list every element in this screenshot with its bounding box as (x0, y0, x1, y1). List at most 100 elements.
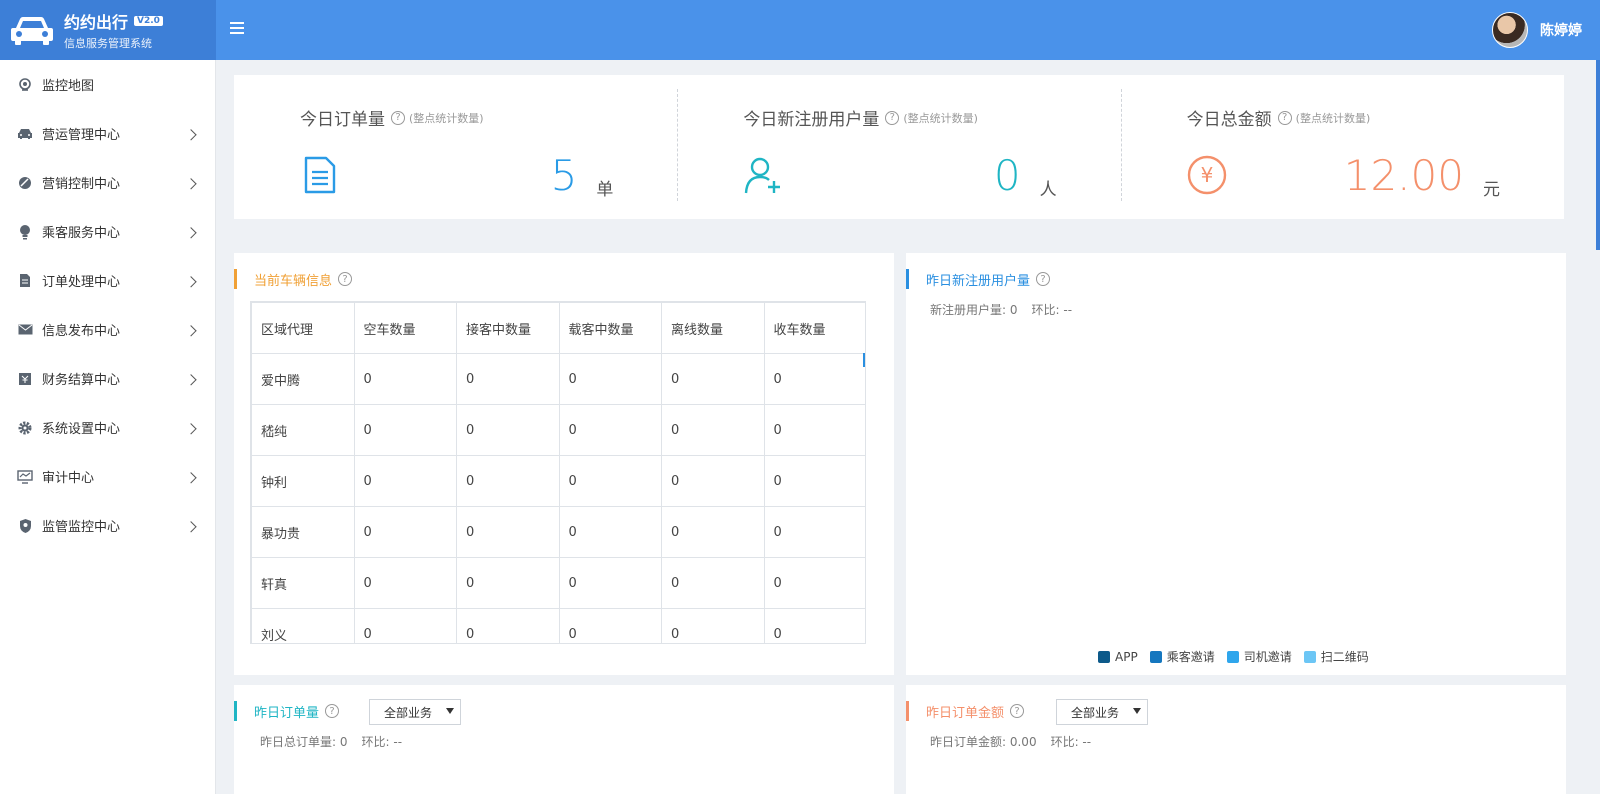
table-row[interactable]: 钟利 0 0 0 0 0 (251, 455, 865, 507)
business-type-select[interactable]: 全部业务 (1056, 699, 1148, 725)
select-value: 全部业务 (384, 705, 433, 720)
legend-item[interactable]: 扫二维码 (1303, 648, 1369, 665)
stat-unit: 人 (1039, 180, 1057, 200)
chevron-right-icon (185, 422, 197, 434)
stat-title: 今日总金额 (1186, 110, 1272, 130)
help-icon[interactable]: ? (325, 704, 340, 718)
legend-item[interactable]: APP (1098, 648, 1138, 665)
help-icon[interactable]: ? (338, 272, 353, 286)
legend-item[interactable]: 司机邀请 (1226, 648, 1292, 665)
stat-note: (整点统计数量) (903, 111, 978, 125)
sidebar-item-supervision[interactable]: 监管监控中心 (0, 501, 215, 550)
mail-icon (16, 321, 34, 339)
avatar[interactable] (1492, 12, 1528, 48)
chevron-right-icon (185, 520, 197, 532)
chevron-right-icon (185, 128, 197, 140)
stat-value: 0 (993, 151, 1021, 200)
column-header: 接客中数量 (456, 302, 560, 354)
sidebar-item-passenger[interactable]: 乘客服务中心 (0, 207, 215, 256)
sidebar-item-finance[interactable]: 财务结算中心 (0, 354, 215, 403)
count-cell: 0 (353, 557, 457, 609)
count-cell: 0 (353, 455, 457, 507)
user-name: 陈婷婷 (1540, 23, 1582, 39)
order-amount: 昨日订单金额: 0.00 (930, 735, 1037, 749)
select-value: 全部业务 (1071, 705, 1120, 720)
new-users-card: 昨日新注册用户量? 新注册用户量: 0 环比: -- APP 乘客邀请 司机邀请 … (906, 253, 1566, 675)
table-row[interactable]: 暴功贵 0 0 0 0 0 (251, 506, 865, 558)
table-row[interactable]: 嵇纯 0 0 0 0 0 (251, 404, 865, 456)
column-header: 区域代理 (251, 302, 355, 354)
help-icon[interactable]: ? (1010, 704, 1025, 718)
monitor-icon (16, 468, 34, 486)
column-header: 载客中数量 (558, 302, 662, 354)
cash-icon (16, 370, 34, 388)
table-row[interactable]: 爱中腾 0 0 0 0 0 (251, 353, 865, 405)
count-cell: 0 (558, 353, 662, 405)
chevron-right-icon (185, 373, 197, 385)
sidebar-item-settings[interactable]: 系统设置中心 (0, 403, 215, 452)
vehicle-table[interactable]: 区域代理 空车数量 接客中数量 载客中数量 离线数量 收车数量 爱中腾 0 0 0 0 0… (250, 301, 866, 644)
business-type-select[interactable]: 全部业务 (369, 699, 461, 725)
menu-toggle-icon[interactable] (230, 22, 244, 34)
sidebar: 监控地图 营运管理中心 营销控制中心 乘客服务中心 订单处理中心 信息发布中心 … (0, 60, 216, 794)
table-header-row: 区域代理 空车数量 接客中数量 载客中数量 离线数量 收车数量 (251, 302, 865, 354)
legend-label: APP (1115, 649, 1138, 664)
table-row[interactable]: 轩真 0 0 0 0 0 (251, 557, 865, 609)
stat-unit: 元 (1482, 180, 1500, 200)
today-stats-panel: 今日订单量? (整点统计数量) 5 单 今日新注册用户量? (整点统计数量) 0 人… (234, 75, 1564, 219)
sidebar-item-publish[interactable]: 信息发布中心 (0, 305, 215, 354)
stat-value: 5 (550, 151, 578, 200)
count-cell: 0 (763, 557, 865, 609)
count-cell: 0 (353, 506, 457, 558)
sidebar-item-label: 监控地图 (42, 79, 95, 94)
ratio: 环比: -- (1031, 303, 1073, 317)
count-cell: 0 (456, 404, 560, 456)
count-cell: 0 (763, 353, 865, 405)
sidebar-item-label: 乘客服务中心 (42, 226, 121, 241)
stat-value: 12.00 (1343, 151, 1464, 200)
count-cell: 0 (661, 353, 765, 405)
count-cell: 0 (353, 608, 457, 643)
count-cell: 0 (558, 557, 662, 609)
sidebar-item-operations[interactable]: 营运管理中心 (0, 109, 215, 158)
table-scrollbar[interactable] (863, 353, 865, 367)
car-icon (16, 125, 34, 143)
brand[interactable]: 约约出行 V2.0 信息服务管理系统 (0, 0, 216, 60)
count-cell: 0 (558, 506, 662, 558)
page-scrollbar-thumb[interactable] (1596, 60, 1600, 250)
stat-amount: 今日总金额? (整点统计数量) ¥ 12.00 元 (1120, 75, 1564, 219)
stat-unit: 单 (596, 180, 614, 200)
stat-orders: 今日订单量? (整点统计数量) 5 单 (234, 75, 677, 219)
stat-title: 今日新注册用户量 (743, 110, 880, 130)
sidebar-item-label: 订单处理中心 (42, 275, 121, 290)
chevron-right-icon (185, 324, 197, 336)
app-subtitle: 信息服务管理系统 (64, 37, 152, 50)
help-icon[interactable]: ? (1036, 272, 1051, 286)
table-row[interactable]: 刘义 0 0 0 0 0 (251, 608, 865, 643)
legend-label: 司机邀请 (1243, 650, 1292, 664)
help-icon[interactable]: ? (1277, 110, 1292, 125)
gear-icon (16, 419, 34, 437)
stat-note: (整点统计数量) (409, 111, 484, 125)
sidebar-item-marketing[interactable]: 营销控制中心 (0, 158, 215, 207)
sidebar-item-orders[interactable]: 订单处理中心 (0, 256, 215, 305)
card-title: 当前车辆信息 (254, 273, 333, 289)
column-header: 空车数量 (353, 302, 457, 354)
count-cell: 0 (456, 608, 560, 643)
sidebar-item-monitor-map[interactable]: 监控地图 (0, 60, 215, 109)
sidebar-item-audit[interactable]: 审计中心 (0, 452, 215, 501)
count-cell: 0 (661, 608, 765, 643)
order-count: 昨日总订单量: 0 (260, 735, 348, 749)
count-cell: 0 (456, 353, 560, 405)
legend-item[interactable]: 乘客邀请 (1149, 648, 1215, 665)
region-agent-cell: 爱中腾 (251, 353, 355, 405)
help-icon[interactable]: ? (391, 110, 405, 125)
count-cell: 0 (763, 404, 865, 456)
card-title: 昨日订单量 (254, 705, 320, 721)
ratio: 环比: -- (361, 735, 403, 749)
user-menu[interactable]: 陈婷婷 (1492, 12, 1582, 48)
region-agent-cell: 轩真 (251, 557, 355, 609)
help-icon[interactable]: ? (885, 110, 900, 125)
stat-new-users: 今日新注册用户量? (整点统计数量) 0 人 (677, 75, 1120, 219)
region-agent-cell: 嵇纯 (251, 404, 355, 456)
